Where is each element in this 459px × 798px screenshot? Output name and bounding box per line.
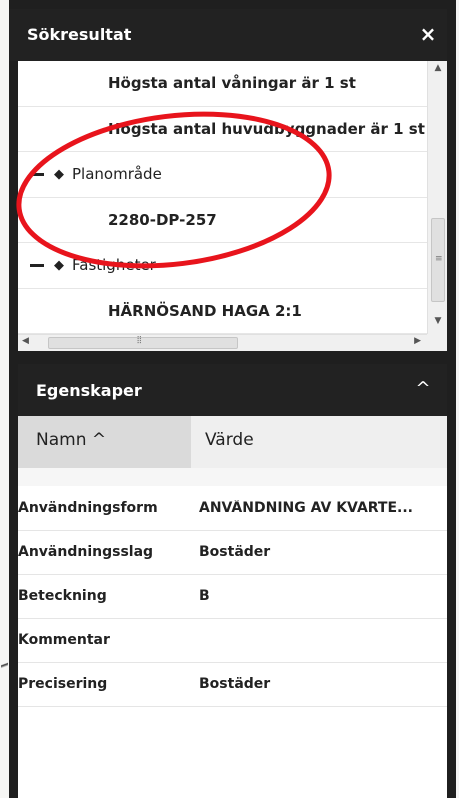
scroll-thumb[interactable]: ≡ (431, 218, 445, 302)
header-separator (18, 468, 447, 486)
map-background (0, 0, 9, 798)
results-rows: Högsta antal våningar är 1 st Högsta ant… (18, 61, 427, 334)
property-key: Användningsslag (18, 544, 154, 560)
search-results-list: Högsta antal våningar är 1 st Högsta ant… (18, 61, 447, 351)
column-header-name[interactable]: Namn ^ (18, 416, 191, 468)
group-label: Fastigheter (72, 256, 156, 275)
list-item[interactable]: Högsta antal våningar är 1 st (18, 61, 427, 107)
collapse-icon[interactable] (30, 172, 44, 176)
table-row[interactable]: Beteckning B (18, 575, 447, 619)
grip-icon: ⦙⦙ (137, 335, 142, 346)
property-value: Bostäder (199, 676, 271, 692)
scroll-corner (427, 334, 447, 351)
list-item-label: Högsta antal huvudbyggnader är 1 st (108, 119, 425, 138)
property-value: ANVÄNDNING AV KVARTE... (199, 500, 413, 516)
collapse-icon[interactable] (30, 263, 44, 267)
property-value: B (199, 588, 210, 604)
list-item[interactable]: Högsta antal huvudbyggnader är 1 st (18, 107, 427, 152)
table-row[interactable]: Kommentar (18, 619, 447, 663)
group-item-planomrade[interactable]: ◆ Planområde (18, 152, 427, 198)
scroll-left-icon[interactable]: ◀ (22, 336, 29, 346)
properties-table: Namn ^ Värde Användningsform ANVÄNDNING … (18, 416, 447, 798)
table-row[interactable]: Användningsslag Bostäder (18, 531, 447, 575)
chevron-up-icon[interactable]: ^ (413, 378, 433, 400)
table-row[interactable]: Precisering Bostäder (18, 663, 447, 707)
map-feature (1, 400, 8, 414)
column-header-value[interactable]: Värde (191, 416, 447, 468)
list-item[interactable]: 2280-DP-257 (18, 198, 427, 243)
group-item-fastigheter[interactable]: ◆ Fastigheter (18, 243, 427, 289)
group-label: Planområde (72, 165, 162, 184)
layers-icon: ◆ (54, 257, 64, 273)
scroll-down-icon[interactable]: ▼ (428, 316, 447, 332)
list-item-label: HÄRNÖSAND HAGA 2:1 (108, 301, 302, 320)
vertical-scrollbar[interactable]: ▲ ≡ ▼ (427, 61, 447, 334)
scroll-right-icon[interactable]: ▶ (414, 336, 421, 346)
properties-header[interactable]: Egenskaper ^ (18, 364, 447, 416)
map-feature (1, 655, 8, 677)
scroll-thumb[interactable]: ⦙⦙ (48, 335, 238, 349)
list-item[interactable]: HÄRNÖSAND HAGA 2:1 (18, 289, 427, 334)
list-item-label: 2280-DP-257 (108, 210, 217, 229)
property-value: Bostäder (199, 544, 271, 560)
property-key: Användningsform (18, 500, 158, 516)
table-header: Namn ^ Värde (18, 416, 447, 486)
property-key: Beteckning (18, 588, 107, 604)
property-key: Precisering (18, 676, 108, 692)
properties-title: Egenskaper (36, 381, 142, 400)
table-row[interactable]: Användningsform ANVÄNDNING AV KVARTE... (18, 487, 447, 531)
search-results-title: Sökresultat (27, 25, 132, 44)
search-results-header: Sökresultat × (9, 9, 447, 61)
close-icon[interactable]: × (417, 23, 439, 45)
horizontal-scrollbar[interactable]: ◀ ⦙⦙ ▶ (18, 334, 427, 351)
layers-icon: ◆ (54, 166, 64, 182)
grip-icon: ≡ (435, 254, 443, 264)
list-item-label: Högsta antal våningar är 1 st (108, 74, 356, 93)
scroll-up-icon[interactable]: ▲ (428, 63, 447, 79)
property-key: Kommentar (18, 632, 110, 648)
